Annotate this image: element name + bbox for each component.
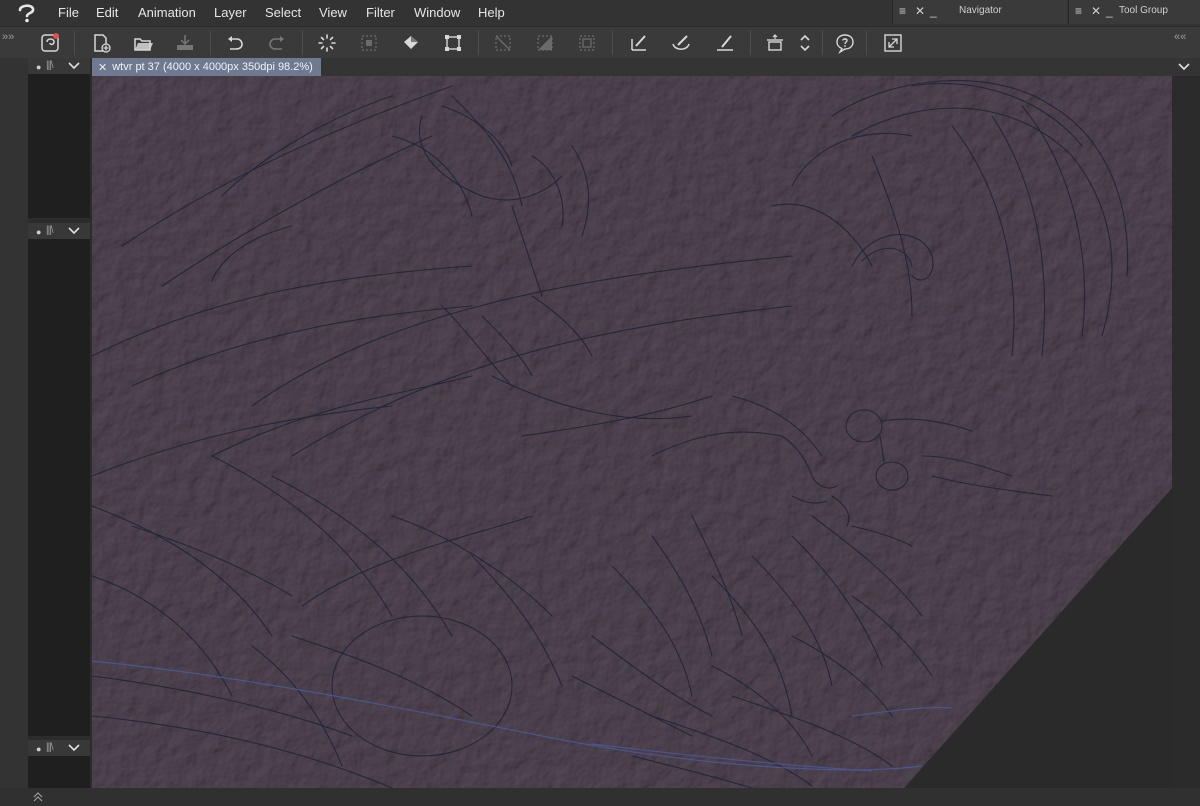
fill-button[interactable] [398, 30, 424, 56]
open-file-button[interactable] [130, 30, 156, 56]
chevron-down-icon[interactable] [66, 740, 82, 756]
close-icon[interactable]: ✕ [915, 4, 925, 18]
command-bar: »» «« [0, 26, 1200, 59]
new-file-button[interactable] [88, 30, 114, 56]
snap-to-ruler-icon [631, 35, 646, 51]
chevron-down-icon[interactable] [66, 223, 82, 239]
help-icon [836, 34, 854, 54]
panel-grip-icon: |||\ [46, 742, 54, 753]
fullscreen-button[interactable] [880, 30, 906, 56]
clip-studio-button[interactable] [37, 30, 63, 56]
tool-group-panel-tab[interactable]: ≡ ✕ _ Tool Group [1068, 0, 1200, 24]
toolbar-separator [822, 31, 823, 55]
menu-select[interactable]: Select [265, 5, 301, 20]
clip-studio-icon [41, 33, 59, 52]
open-file-icon [134, 38, 153, 51]
show-selection-area-icon [579, 35, 595, 51]
panel-dot-icon: ● [36, 62, 42, 72]
snap-to-ruler-button[interactable] [626, 30, 652, 56]
snap-to-grid-button[interactable] [712, 30, 738, 56]
status-bar [0, 788, 1200, 806]
panel-dot-icon: ● [36, 744, 42, 754]
dock-panel-header[interactable]: ● |||\ [28, 740, 90, 756]
toolbar-separator [302, 31, 303, 55]
expand-left-icon[interactable]: »» [2, 31, 14, 43]
menu-file[interactable]: File [58, 5, 79, 20]
toolbar-separator [750, 31, 751, 55]
show-selection-button[interactable] [574, 30, 600, 56]
document-tab[interactable]: ✕ wtvr pt 37 (4000 x 4000px 350dpi 98.2%… [92, 58, 321, 76]
invert-selection-button[interactable] [532, 30, 558, 56]
redo-button[interactable] [264, 30, 290, 56]
canvas-area[interactable] [92, 76, 1172, 788]
deselect-button[interactable] [490, 30, 516, 56]
canvas-settings-button[interactable] [762, 30, 788, 56]
transform-button[interactable] [440, 30, 466, 56]
snap-to-grid-icon [717, 35, 733, 51]
toolbar-separator [478, 31, 479, 55]
menu-edit[interactable]: Edit [96, 5, 118, 20]
canvas-settings-icon [767, 34, 783, 51]
chevron-down-icon[interactable] [66, 58, 82, 74]
clear-button[interactable] [314, 30, 340, 56]
panel-dot-icon: ● [36, 227, 42, 237]
invert-selection-icon [537, 35, 553, 51]
minimize-icon[interactable]: _ [1106, 4, 1113, 18]
dock-strip [0, 58, 28, 788]
panel-menu-icon[interactable]: ≡ [1075, 4, 1082, 18]
dock-panel-3 [28, 756, 90, 788]
close-tab-icon[interactable]: ✕ [98, 61, 107, 74]
save-icon [177, 35, 193, 50]
save-button[interactable] [172, 30, 198, 56]
dock-panel-2 [28, 239, 90, 736]
undo-icon [228, 36, 243, 50]
menu-animation[interactable]: Animation [138, 5, 196, 20]
fill-icon [404, 36, 418, 49]
toolbar-separator [612, 31, 613, 55]
minimize-icon[interactable]: _ [930, 4, 937, 18]
right-scroll-region[interactable] [1172, 76, 1200, 788]
expand-up-icon[interactable] [30, 790, 46, 804]
canvas-drawing[interactable] [92, 76, 1172, 788]
panel-grip-icon: |||\ [46, 225, 54, 236]
transform-icon [445, 35, 461, 51]
clear-icon [318, 34, 336, 52]
dock-panel-header[interactable]: ● |||\ [28, 223, 90, 239]
redo-icon [269, 36, 284, 50]
menu-filter[interactable]: Filter [366, 5, 395, 20]
menu-view[interactable]: View [319, 5, 347, 20]
clip-studio-logo-icon[interactable] [14, 2, 40, 24]
chevron-down-icon[interactable] [1176, 59, 1192, 75]
navigator-panel-tab[interactable]: ≡ ✕ _ Navigator [892, 0, 1067, 24]
dock-panel-1 [28, 74, 90, 218]
menu-help[interactable]: Help [478, 5, 505, 20]
menu-bar: File Edit Animation Layer Select View Fi… [0, 0, 1200, 26]
dock-panel-header[interactable]: ● |||\ [28, 58, 90, 74]
menu-window[interactable]: Window [414, 5, 460, 20]
toolbar-separator [210, 31, 211, 55]
up-down-arrows-icon [800, 34, 810, 52]
panel-menu-icon[interactable]: ≡ [899, 4, 906, 18]
up-down-button[interactable] [792, 30, 818, 56]
clear-outside-selection-button[interactable] [356, 30, 382, 56]
expand-right-icon[interactable]: «« [1174, 31, 1186, 43]
deselect-icon [495, 35, 511, 51]
toolbar-separator [74, 31, 75, 55]
panel-grip-icon: |||\ [46, 60, 54, 71]
tool-group-title: Tool Group [1119, 5, 1168, 16]
undo-button[interactable] [222, 30, 248, 56]
snap-to-special-ruler-button[interactable] [668, 30, 694, 56]
close-icon[interactable]: ✕ [1091, 4, 1101, 18]
menu-layer[interactable]: Layer [214, 5, 247, 20]
new-file-icon [94, 34, 111, 53]
navigator-title: Navigator [959, 5, 1002, 16]
left-dock: ● |||\ ● |||\ ● |||\ [0, 58, 92, 806]
fullscreen-icon [884, 34, 902, 52]
document-tab-label: wtvr pt 37 (4000 x 4000px 350dpi 98.2%) [112, 61, 313, 73]
clear-outside-selection-icon [361, 35, 377, 51]
document-tab-bar: ✕ wtvr pt 37 (4000 x 4000px 350dpi 98.2%… [92, 58, 1200, 76]
toolbar-separator [866, 31, 867, 55]
snap-to-special-ruler-icon [672, 35, 690, 50]
help-button[interactable] [832, 30, 858, 56]
